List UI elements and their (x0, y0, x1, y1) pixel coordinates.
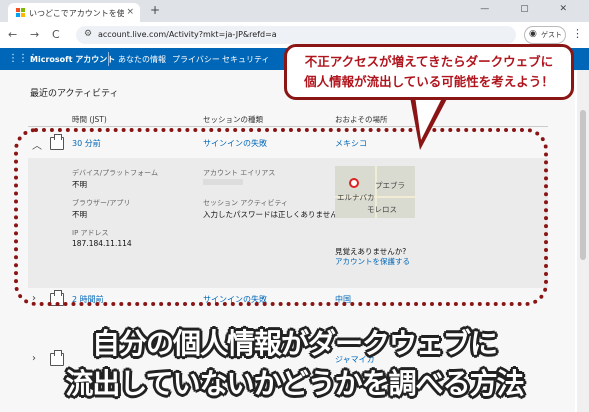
caption-line-2: 流出していないかどうかを調べる方法 (65, 367, 524, 400)
callout-line-2: 個人情報が流出している可能性を考えよう！ (304, 74, 554, 89)
callout-box: 不正アクセスが増えてきたらダークウェブに 個人情報が流出している可能性を考えよう… (284, 44, 574, 100)
caption-line-1: 自分の個人情報がダークウェブに (91, 327, 498, 360)
callout-line-1: 不正アクセスが増えてきたらダークウェブに (304, 54, 554, 69)
browser-window: いつどこでアカウントを使ったかご確認 × + — ▢ ✕ ← → C ⚙ acc… (0, 0, 589, 412)
